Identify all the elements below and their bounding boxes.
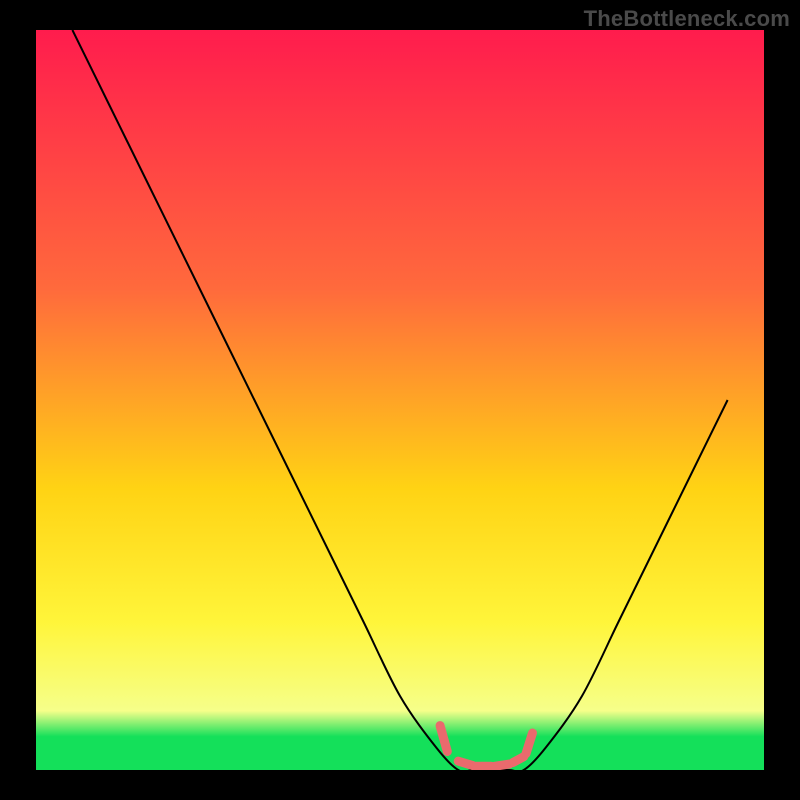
accent-dash <box>526 733 533 754</box>
chart-frame: TheBottleneck.com <box>0 0 800 800</box>
accent-dash <box>495 764 510 766</box>
accent-dash <box>513 757 524 763</box>
bottleneck-chart <box>0 0 800 800</box>
plot-background <box>36 30 764 770</box>
accent-dash <box>458 761 473 765</box>
